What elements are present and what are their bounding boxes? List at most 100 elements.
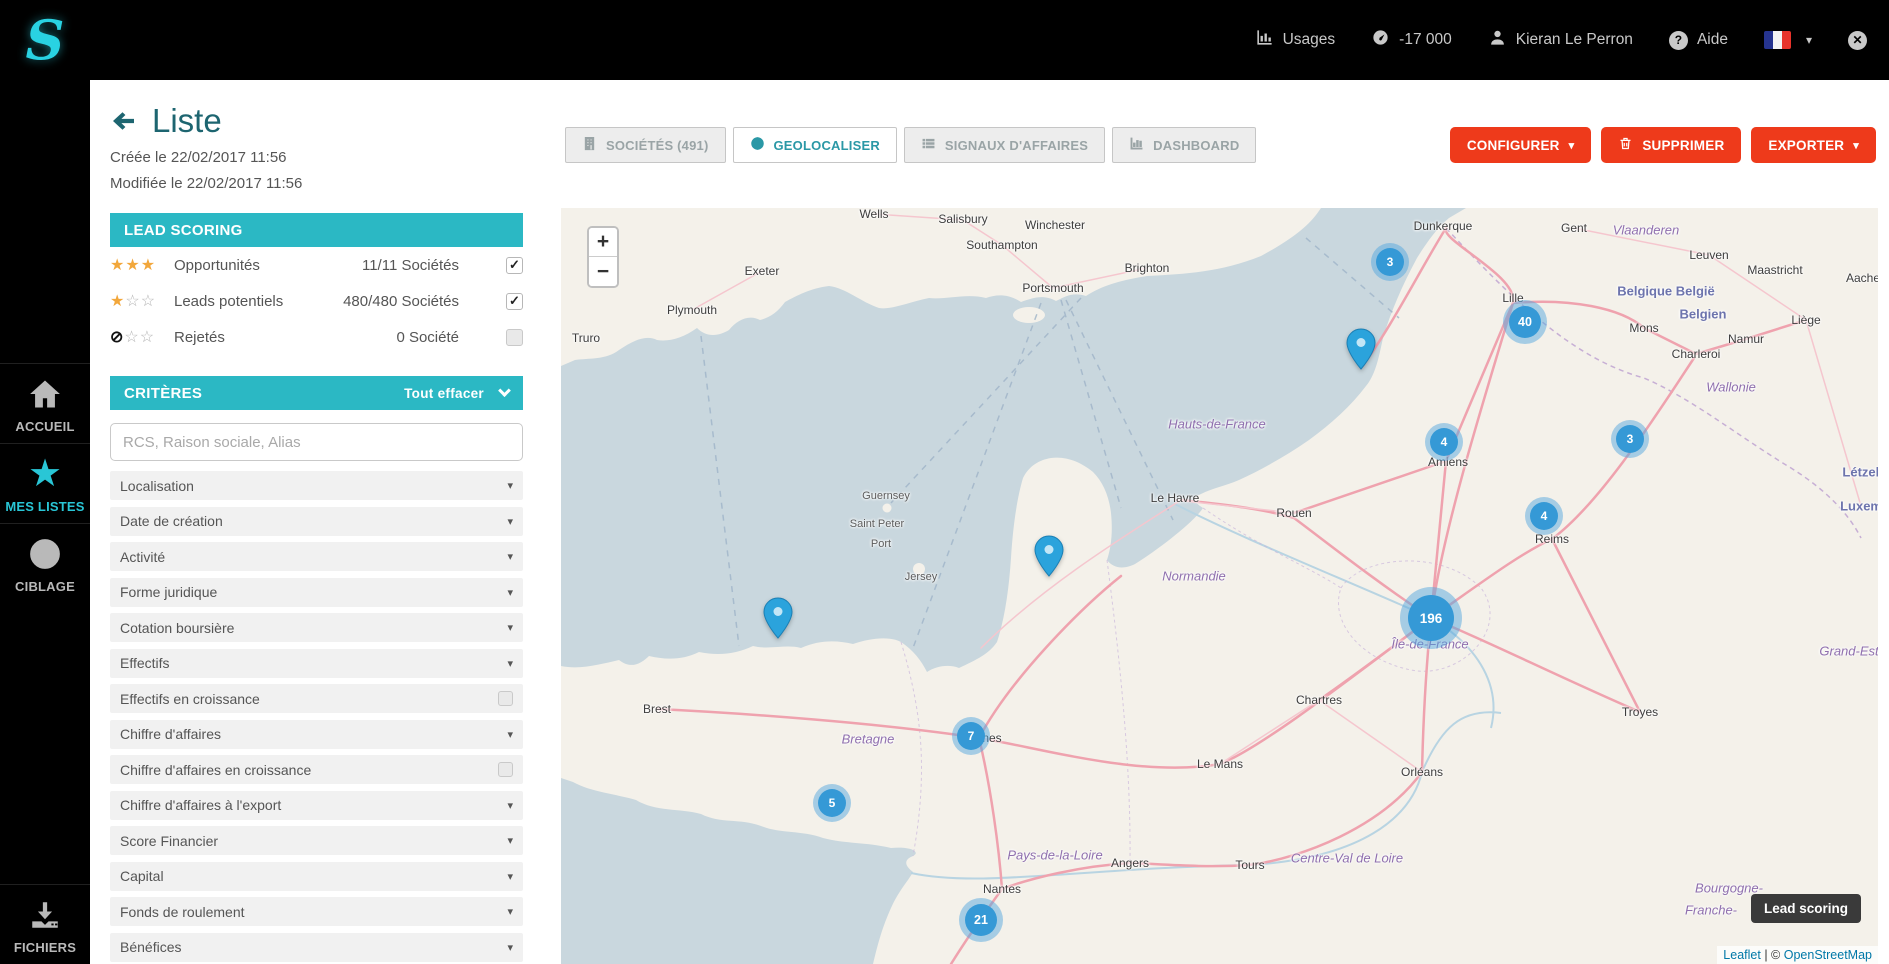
map-pin-marker[interactable] [1034,535,1064,577]
filter-label: Localisation [120,478,507,494]
map-cluster-marker[interactable]: 4 [1425,423,1463,461]
osm-link[interactable]: OpenStreetMap [1784,948,1872,962]
user-menu-item[interactable]: Kieran Le Perron [1488,28,1633,52]
help-menu-item[interactable]: ? Aide [1669,31,1728,50]
lead-scoring-header: LEAD SCORING [110,213,523,247]
cluster-count: 21 [965,904,997,936]
app-logo[interactable]: S [0,0,90,80]
filter-label: Score Financier [120,833,507,849]
sidebar-item-mes-listes[interactable]: ★MES LISTES [0,443,90,523]
map-cluster-marker[interactable]: 40 [1503,300,1547,344]
modified-date: Modifiée le 22/02/2017 11:56 [110,175,523,192]
cluster-count: 40 [1509,306,1541,338]
cluster-count: 7 [957,722,985,750]
sidebar-item-fichiers[interactable]: FICHIERS [0,884,90,964]
chevron-down-icon: ▾ [507,728,513,741]
home-icon [28,374,62,414]
chevron-down-icon: ▾ [507,621,513,634]
credits-value: -17 000 [1399,31,1452,49]
filter-chiffre-d-affaires-l-export[interactable]: Chiffre d'affaires à l'export▾ [110,791,523,820]
star-icon: ★ [28,454,62,494]
map-cluster-marker[interactable]: 3 [1371,243,1409,281]
lead-scoring-checkbox[interactable] [506,329,523,346]
usages-menu-item[interactable]: Usages [1255,28,1336,52]
chevron-down-icon: ▾ [1569,139,1575,152]
credits-indicator[interactable]: -17 000 [1371,28,1452,52]
configurer-button[interactable]: CONFIGURER▾ [1450,127,1591,163]
map-cluster-marker[interactable]: 3 [1611,420,1649,458]
filter-label: Chiffre d'affaires [120,726,507,742]
map-cluster-marker[interactable]: 4 [1525,497,1563,535]
map-pin-marker[interactable] [763,597,793,639]
filter-forme-juridique[interactable]: Forme juridique▾ [110,578,523,607]
filter-score-financier[interactable]: Score Financier▾ [110,826,523,855]
filter-effectifs[interactable]: Effectifs▾ [110,649,523,678]
search-input[interactable] [110,423,523,461]
sidebar-item-ciblage[interactable]: CIBLAGE [0,523,90,603]
filter-label: Effectifs en croissance [120,691,498,707]
map-cluster-marker[interactable]: 5 [813,784,851,822]
map-cluster-marker[interactable]: 7 [952,717,990,755]
arrow-left-icon [110,109,138,133]
filter-date-de-cr-ation[interactable]: Date de création▾ [110,507,523,536]
tab-label: DASHBOARD [1153,138,1239,153]
filter-effectifs-en-croissance[interactable]: Effectifs en croissance [110,684,523,713]
leaflet-link[interactable]: Leaflet [1723,948,1761,962]
map-cluster-marker[interactable]: 196 [1400,587,1462,649]
tab-geolocaliser[interactable]: GEOLOCALISER [733,127,897,163]
star-rating-icon: ★☆☆ [110,291,174,311]
filter-fonds-de-roulement[interactable]: Fonds de roulement▾ [110,897,523,926]
filter-checkbox[interactable] [498,691,513,706]
lead-scoring-row: ★★★Opportunités11/11 Sociétés✓ [110,247,523,283]
chevron-down-icon: ▾ [507,870,513,883]
map-cluster-marker[interactable]: 21 [959,898,1003,942]
zoom-out-button[interactable]: − [589,257,617,286]
target-icon [28,534,62,574]
lead-scoring-checkbox[interactable]: ✓ [506,257,523,274]
filter-label: Activité [120,549,507,565]
sidebar-item-accueil[interactable]: ACCUEIL [0,363,90,443]
topbar-menu: Usages -17 000 Kieran Le Perron ? Aide ▾… [1255,0,1867,80]
chevron-down-icon: ▾ [507,479,513,492]
list-panel: Liste Créée le 22/02/2017 11:56 Modifiée… [90,80,560,964]
filter-localisation[interactable]: Localisation▾ [110,471,523,500]
action-label: SUPPRIMER [1642,138,1724,153]
collapse-chevron-icon[interactable] [498,384,511,397]
zoom-in-button[interactable]: + [589,228,617,257]
filter-b-n-fices[interactable]: Bénéfices▾ [110,933,523,962]
filter-activit-[interactable]: Activité▾ [110,542,523,571]
map-pin-marker[interactable] [1346,328,1376,370]
filter-chiffre-d-affaires[interactable]: Chiffre d'affaires▾ [110,720,523,749]
page-title: Liste [152,102,222,140]
criteria-header: CRITÈRES Tout effacer [110,376,523,410]
filter-label: Capital [120,868,507,884]
filter-capital[interactable]: Capital▾ [110,862,523,891]
map-container[interactable]: WellsSalisburyWinchesterSouthamptonBrigh… [561,208,1878,964]
supprimer-button[interactable]: SUPPRIMER [1601,127,1741,163]
tab-dashboard[interactable]: DASHBOARD [1112,127,1256,163]
lead-scoring-row: ★☆☆Leads potentiels480/480 Sociétés✓ [110,283,523,319]
tab-soci-t-s-491-[interactable]: SOCIÉTÉS (491) [565,127,726,163]
filter-cotation-boursi-re[interactable]: Cotation boursière▾ [110,613,523,642]
filter-label: Cotation boursière [120,620,507,636]
tab-label: SOCIÉTÉS (491) [606,138,709,153]
chart-icon [1129,136,1144,154]
logout-button[interactable]: ✕ [1848,31,1867,50]
lead-scoring-checkbox[interactable]: ✓ [506,293,523,310]
usages-barchart-icon [1255,28,1274,52]
exporter-button[interactable]: EXPORTER▾ [1751,127,1876,163]
cluster-count: 4 [1530,502,1558,530]
logo-s-icon: S [26,8,65,72]
chevron-down-icon: ▾ [507,941,513,954]
back-button[interactable] [110,108,140,134]
map-zoom-control: + − [587,226,619,288]
filter-label: Fonds de roulement [120,904,507,920]
language-selector[interactable]: ▾ [1764,31,1812,49]
help-label: Aide [1697,31,1728,49]
cluster-count: 3 [1616,425,1644,453]
filter-chiffre-d-affaires-en-croissance[interactable]: Chiffre d'affaires en croissance [110,755,523,784]
tab-signaux-d-affaires[interactable]: SIGNAUX D'AFFAIRES [904,127,1105,163]
chevron-down-icon: ▾ [507,586,513,599]
filter-checkbox[interactable] [498,762,513,777]
clear-all-button[interactable]: Tout effacer [404,386,484,401]
